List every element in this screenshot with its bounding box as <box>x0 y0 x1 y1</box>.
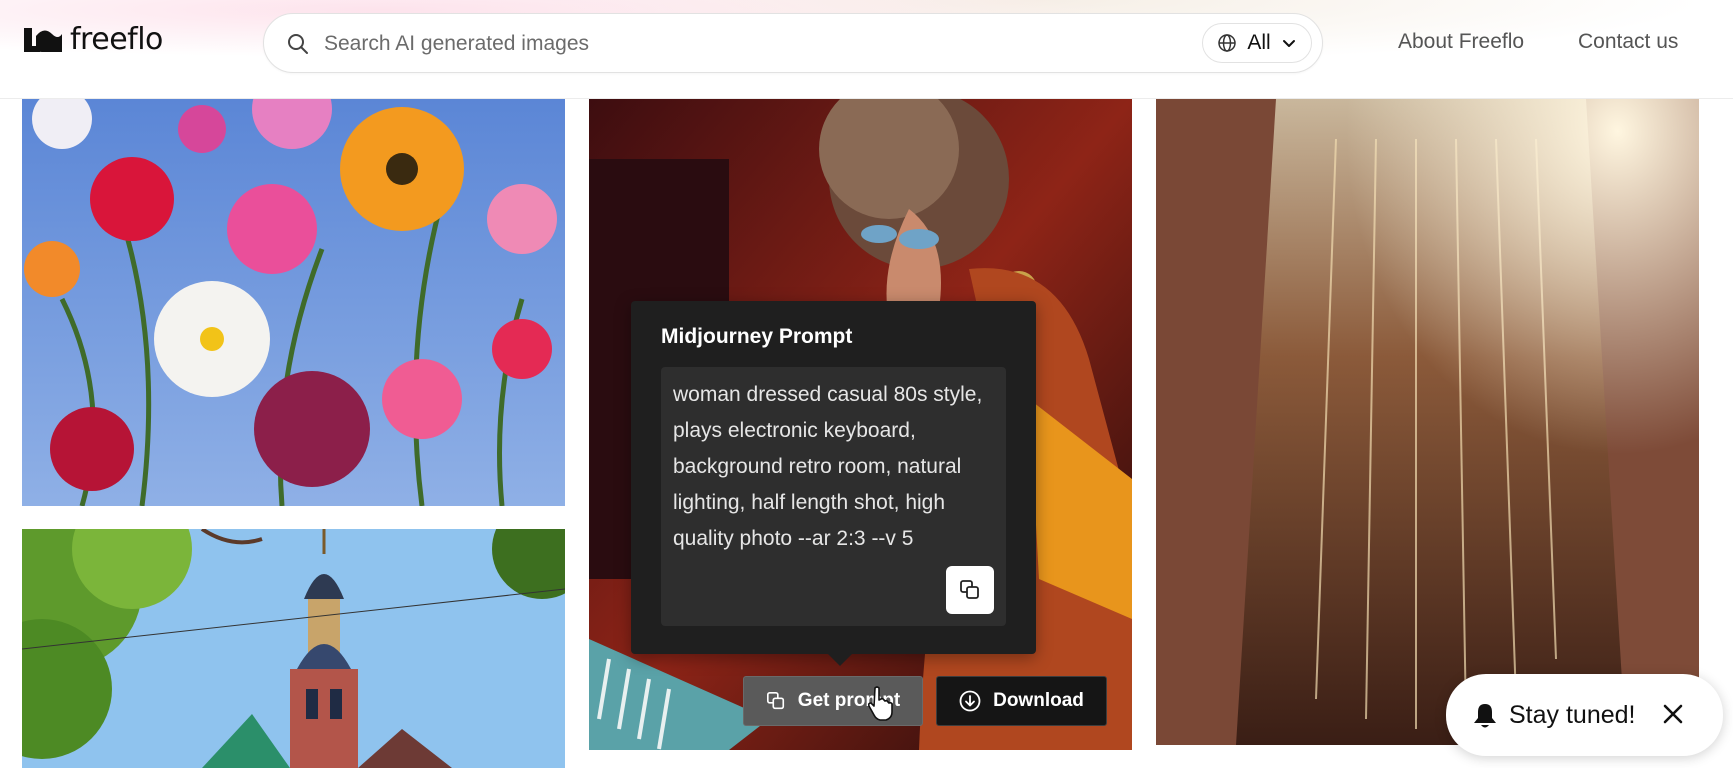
prompt-text-box: woman dressed casual 80s style, plays el… <box>661 367 1006 626</box>
logo-text: freeflo <box>70 22 163 57</box>
logo-mark-icon <box>24 27 62 52</box>
gallery-image-sequin-dress[interactable] <box>1156 99 1699 745</box>
nav-link-contact[interactable]: Contact us <box>1578 30 1678 54</box>
download-button[interactable]: Download <box>936 676 1107 726</box>
close-icon[interactable] <box>1662 703 1684 725</box>
freeflo-logo[interactable]: freeflo <box>22 22 163 57</box>
prompt-popover: Midjourney Prompt woman dressed casual 8… <box>631 301 1036 666</box>
nav-link-about[interactable]: About Freeflo <box>1398 30 1524 54</box>
filter-selected-label: All <box>1247 31 1271 54</box>
search-icon <box>288 34 308 54</box>
popover-title: Midjourney Prompt <box>661 325 853 348</box>
copy-prompt-button[interactable] <box>946 566 994 614</box>
download-icon <box>959 690 981 712</box>
search-input[interactable] <box>322 26 1146 62</box>
toast-text: Stay tuned! <box>1509 701 1636 729</box>
download-label: Download <box>993 690 1084 711</box>
hand-cursor-icon <box>867 686 893 721</box>
copy-icon <box>960 580 979 599</box>
gallery-image-building[interactable] <box>22 529 565 768</box>
stay-tuned-toast[interactable]: Stay tuned! <box>1446 674 1723 756</box>
category-filter-dropdown[interactable]: All <box>1202 23 1312 63</box>
search-bar: All <box>263 13 1323 73</box>
bell-icon <box>1474 704 1496 728</box>
prompt-text: woman dressed casual 80s style, plays el… <box>673 383 983 550</box>
copy-icon <box>766 692 784 710</box>
gallery-image-flowers[interactable] <box>22 99 565 506</box>
site-header: freeflo All About Freeflo Contact us <box>0 0 1733 99</box>
chevron-down-icon <box>1282 40 1295 47</box>
get-prompt-button[interactable]: Get prompt <box>743 676 923 726</box>
globe-icon <box>1218 34 1237 52</box>
